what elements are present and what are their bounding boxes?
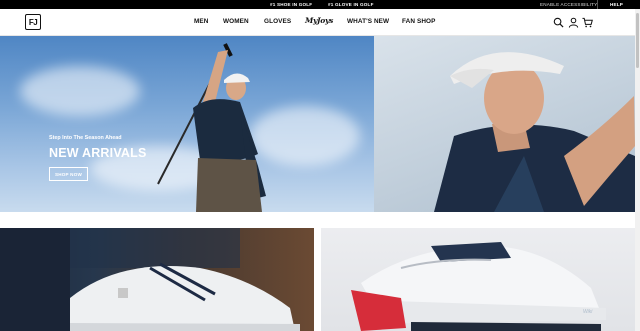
hero-eyebrow: Step Into The Season Ahead	[49, 135, 122, 141]
help-link[interactable]: HELP	[610, 2, 623, 7]
product-tile-spiked-shoe[interactable]	[321, 228, 635, 331]
divider	[597, 0, 598, 9]
spiked-golf-shoe-illustration	[351, 242, 606, 331]
shop-now-button[interactable]: SHOP NOW	[49, 167, 88, 181]
promo-glove[interactable]: #1 GLOVE IN GOLF	[328, 2, 374, 7]
account-icon[interactable]	[568, 17, 579, 28]
utility-bar: #1 SHOE IN GOLF #1 GLOVE IN GOLF ENABLE …	[0, 0, 640, 9]
page-scrollbar[interactable]	[635, 9, 640, 331]
nav-item-fan-shop[interactable]: FAN SHOP	[402, 18, 435, 25]
search-icon[interactable]	[553, 17, 564, 28]
cart-icon[interactable]	[582, 17, 593, 28]
product-tile-spikeless-shoe[interactable]	[0, 228, 314, 331]
fj-logo[interactable]: FJ	[25, 14, 41, 30]
watermark: Wiki	[583, 309, 593, 315]
nav-item-women[interactable]: WOMEN	[223, 18, 249, 25]
nav-item-gloves[interactable]: GLOVES	[264, 18, 291, 25]
main-nav: FJ MEN WOMEN GLOVES MyJoys WHAT'S NEW FA…	[0, 9, 640, 36]
golfer-illustration	[157, 43, 266, 212]
promo-shoe[interactable]: #1 SHOE IN GOLF	[270, 2, 312, 7]
scrollbar-thumb[interactable]	[636, 13, 639, 68]
white-golf-shoe-illustration	[0, 228, 300, 331]
nav-item-whats-new[interactable]: WHAT'S NEW	[347, 18, 389, 25]
nav-item-men[interactable]: MEN	[194, 18, 209, 25]
golfer-closeup-illustration	[434, 52, 635, 212]
hero-copy: Step Into The Season Ahead NEW ARRIVALS	[49, 135, 147, 160]
hero-secondary-image[interactable]	[374, 36, 635, 212]
nav-item-myjoys[interactable]: MyJoys	[305, 16, 333, 25]
hero-headline: NEW ARRIVALS	[49, 146, 147, 160]
hero-banner-image[interactable]	[0, 36, 374, 212]
accessibility-link[interactable]: ENABLE ACCESSIBILITY	[540, 2, 597, 7]
